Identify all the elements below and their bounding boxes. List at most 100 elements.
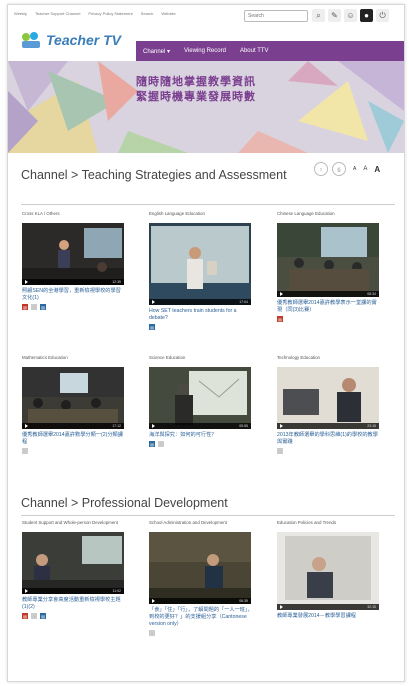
- doc-icon[interactable]: ▤: [149, 441, 155, 447]
- pdf-icon[interactable]: ▤: [22, 304, 28, 310]
- video-thumbnail[interactable]: 32:15: [277, 532, 379, 610]
- doc-icon[interactable]: ▤: [149, 324, 155, 330]
- nav-item-channel[interactable]: Channel ▾: [136, 48, 177, 55]
- video-card[interactable]: Chinese Language Education 08:34 優秀教師選舉2…: [277, 211, 381, 322]
- video-thumbnail[interactable]: 12:35: [22, 223, 124, 285]
- play-icon[interactable]: [25, 424, 28, 428]
- doc-icon[interactable]: ▤: [40, 304, 46, 310]
- card-category: Technology Education: [277, 355, 320, 360]
- video-card[interactable]: Mathematics Education 17:12 優秀教師選舉2014嘉許…: [22, 355, 126, 454]
- top-link[interactable]: Weekly: [14, 11, 27, 16]
- search-icon[interactable]: ⌕: [312, 9, 325, 22]
- user-icon[interactable]: ☺: [344, 9, 357, 22]
- top-link[interactable]: Website: [161, 11, 175, 16]
- video-card[interactable]: Technology Education 23:15 2013年教師選舉的學科思…: [277, 355, 381, 454]
- search-input[interactable]: [244, 10, 308, 22]
- video-card[interactable]: Education Policies and Trends 32:15 教師專業…: [277, 520, 381, 620]
- video-duration: 23:15: [367, 424, 376, 428]
- top-link[interactable]: Privacy Policy Statement: [88, 11, 132, 16]
- site-logo[interactable]: Teacher TV: [20, 31, 121, 49]
- card-title[interactable]: 優秀教師選舉2014嘉許數學分類一(2)分類課程: [22, 432, 126, 446]
- video-thumbnail[interactable]: 06:35: [149, 532, 251, 604]
- card-category: Education Policies and Trends: [277, 520, 337, 525]
- play-icon[interactable]: [152, 599, 155, 603]
- font-medium-button[interactable]: A: [363, 166, 367, 172]
- top-link[interactable]: Search: [141, 11, 154, 16]
- video-duration: 17:04: [239, 300, 248, 304]
- section-title-teaching: Channel > Teaching Strategies and Assess…: [21, 168, 287, 182]
- card-title[interactable]: 「食」「住」「行」，了解問題的「一人一班」，到校的更好？」的支援組分享（Cant…: [149, 607, 253, 628]
- card-title[interactable]: 海洋與探究：如何的可行性？: [149, 432, 253, 439]
- banner-text: 隨時隨地掌握教學資訊 緊握時機專業發展時數: [136, 75, 256, 105]
- logo-text: Teacher TV: [46, 32, 121, 48]
- font-large-button[interactable]: A: [374, 165, 380, 174]
- card-badges: ·: [22, 448, 126, 454]
- card-category: Chinese Language Education: [277, 211, 335, 216]
- wrench-icon[interactable]: ✎: [328, 9, 341, 22]
- play-icon[interactable]: [280, 605, 283, 609]
- card-title[interactable]: 照顧SEN的全港學習，重新檢視學校的學習文化(1): [22, 288, 126, 302]
- card-category: School Administration and Development: [149, 520, 227, 525]
- video-card[interactable]: English Language Education 17:04 How SET…: [149, 211, 253, 330]
- video-thumbnail[interactable]: 17:12: [22, 367, 124, 429]
- video-thumbnail[interactable]: 11:02: [22, 532, 124, 594]
- banner-line-1: 隨時隨地掌握教學資訊: [136, 76, 256, 88]
- card-category: English Language Education: [149, 211, 205, 216]
- doc-icon[interactable]: ▤: [40, 613, 46, 619]
- video-thumbnail[interactable]: 05:55: [149, 367, 251, 429]
- play-icon[interactable]: [152, 424, 155, 428]
- nav-item-about[interactable]: About TTV: [233, 48, 276, 54]
- note-icon[interactable]: ·: [31, 304, 37, 310]
- page-tools: ⇪ ⎙ A A A: [314, 162, 380, 176]
- video-thumbnail[interactable]: 23:15: [277, 367, 379, 429]
- section-divider: [21, 204, 395, 205]
- hero-banner: 隨時隨地掌握教學資訊 緊握時機專業發展時數: [8, 61, 404, 153]
- video-card[interactable]: School Administration and Development 06…: [149, 520, 253, 636]
- play-icon[interactable]: [25, 589, 28, 593]
- top-utility-bar: Weekly Teacher Support Channel Privacy P…: [8, 5, 404, 27]
- pdf-icon[interactable]: ▤: [22, 613, 28, 619]
- card-title[interactable]: 教師專業發展2014－教學學習課程: [277, 613, 381, 620]
- note-icon[interactable]: ·: [22, 448, 28, 454]
- top-links: Weekly Teacher Support Channel Privacy P…: [14, 11, 176, 16]
- note-icon[interactable]: ·: [158, 441, 164, 447]
- section-title-professional: Channel > Professional Development: [21, 496, 228, 510]
- share-icon[interactable]: ⇪: [314, 162, 328, 176]
- card-title[interactable]: How SET teachers train students for a de…: [149, 308, 253, 322]
- power-icon[interactable]: ⏻: [376, 9, 389, 22]
- card-badges: ▤: [149, 324, 253, 330]
- video-card[interactable]: Student Support and Whole-person Develop…: [22, 520, 126, 619]
- print-icon[interactable]: ⎙: [332, 162, 346, 176]
- card-category: Cross KLA / Others: [22, 211, 60, 216]
- account-icon[interactable]: ●: [360, 9, 373, 22]
- banner-line-2: 緊握時機專業發展時數: [136, 91, 256, 103]
- section-divider: [21, 515, 395, 516]
- play-icon[interactable]: [152, 300, 155, 304]
- top-link[interactable]: Teacher Support Channel: [35, 11, 80, 16]
- play-icon[interactable]: [25, 280, 28, 284]
- video-duration: 32:15: [367, 605, 376, 609]
- card-badges: ·: [277, 448, 381, 454]
- card-title[interactable]: 優秀教師選舉2014嘉許教學表示一堂課的實現（同(3)比賽）: [277, 300, 381, 314]
- pdf-icon[interactable]: ▤: [277, 316, 283, 322]
- card-title[interactable]: 教師專業分享會高度活動重新檢視學校主題(1)(2): [22, 597, 126, 611]
- nav-item-viewing-record[interactable]: Viewing Record: [177, 48, 233, 54]
- video-card[interactable]: Cross KLA / Others 12:35 照顧SEN的全港學習，重新檢視…: [22, 211, 126, 310]
- play-icon[interactable]: [280, 424, 283, 428]
- video-duration: 17:12: [112, 424, 121, 428]
- font-small-button[interactable]: A: [353, 166, 356, 172]
- video-duration: 11:02: [112, 589, 122, 593]
- note-icon[interactable]: ·: [149, 630, 155, 636]
- card-badges: ▤ · ▤: [22, 304, 126, 310]
- logo-mark-icon: [20, 31, 42, 49]
- video-duration: 05:55: [239, 424, 248, 428]
- video-thumbnail[interactable]: 17:04: [149, 223, 251, 305]
- video-card[interactable]: Science Education 05:55 海洋與探究：如何的可行性？ ▤ ·: [149, 355, 253, 447]
- note-icon[interactable]: ·: [31, 613, 37, 619]
- card-title[interactable]: 2013年教師選舉的學科思維(1)的學校的教學與實踐: [277, 432, 381, 446]
- note-icon[interactable]: ·: [277, 448, 283, 454]
- card-badges: ·: [149, 630, 253, 636]
- video-thumbnail[interactable]: 08:34: [277, 223, 379, 297]
- card-badges: ▤: [277, 316, 381, 322]
- play-icon[interactable]: [280, 292, 283, 296]
